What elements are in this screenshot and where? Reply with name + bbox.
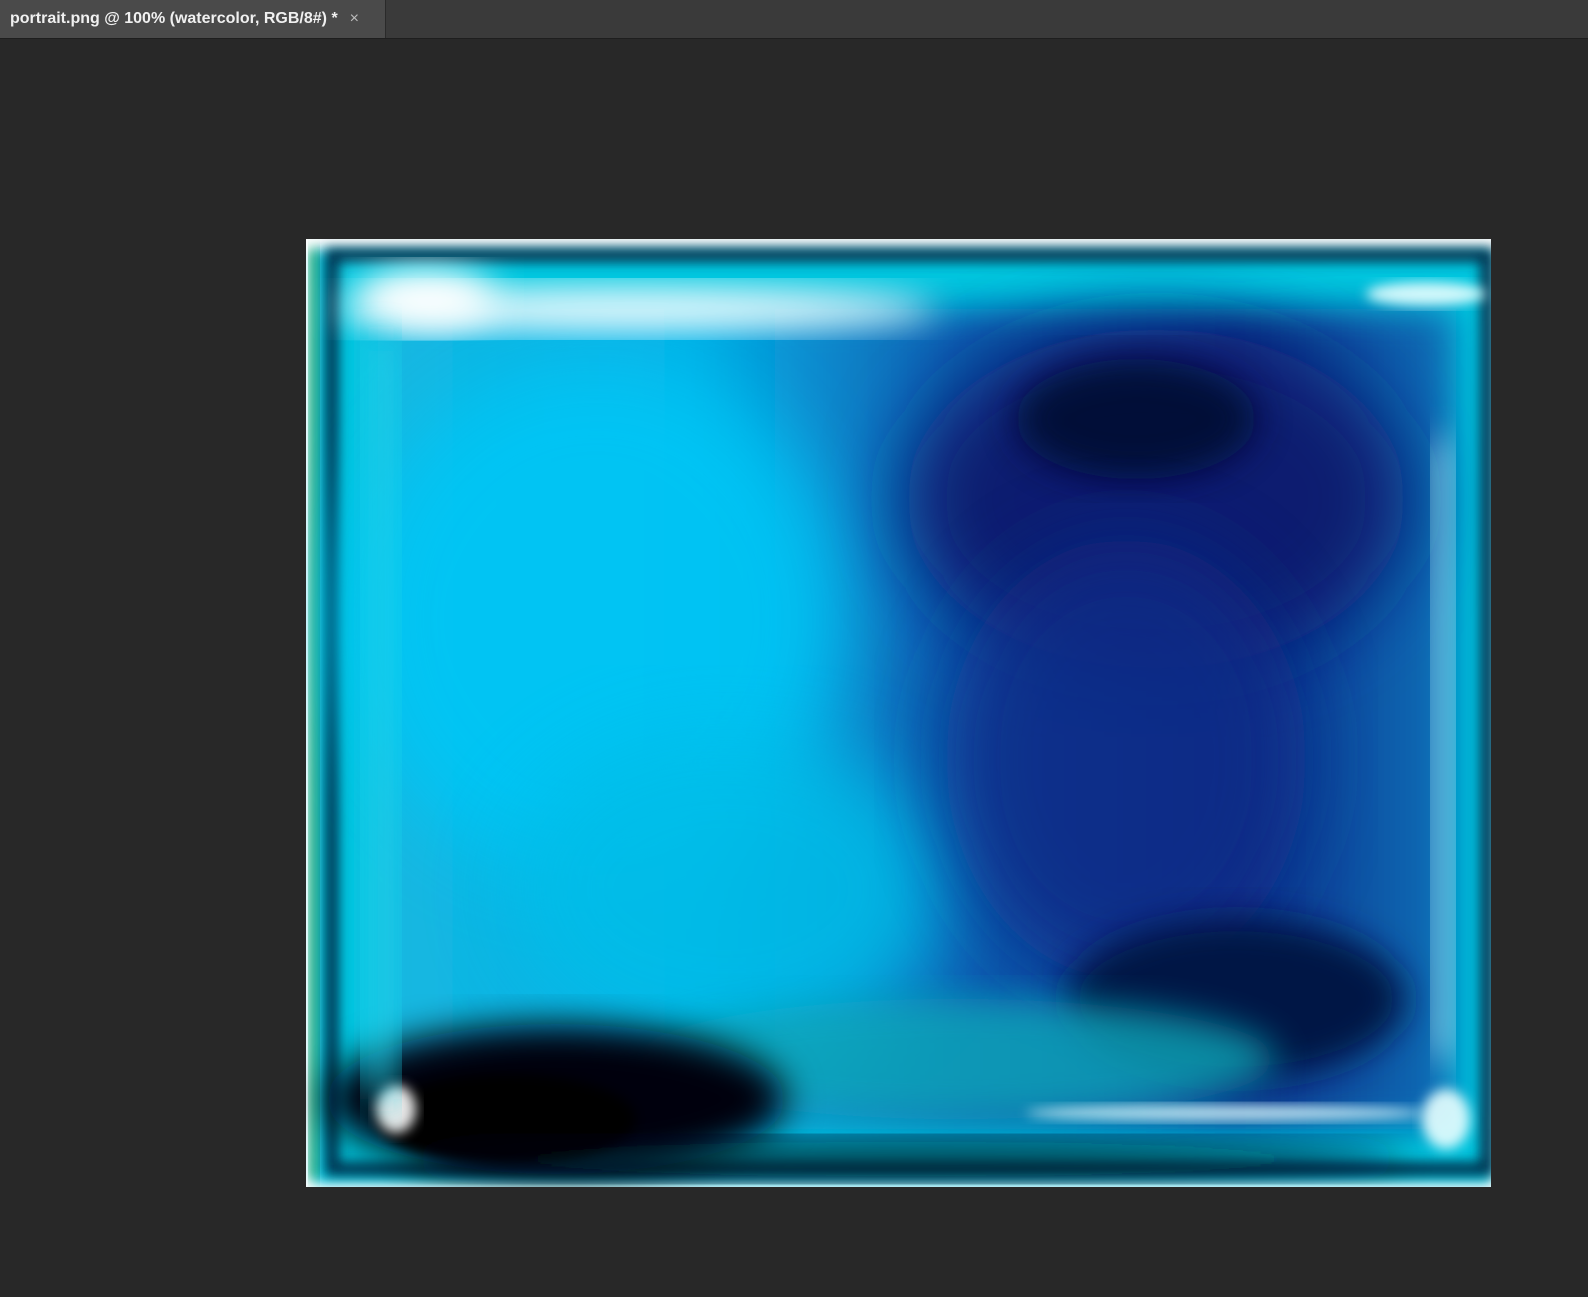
watercolor-artwork — [306, 239, 1491, 1187]
canvas-area[interactable] — [0, 39, 1588, 1297]
close-icon[interactable]: × — [350, 11, 359, 27]
document-tab[interactable]: portrait.png @ 100% (watercolor, RGB/8#)… — [0, 0, 386, 38]
document-image[interactable] — [306, 239, 1491, 1187]
document-tab-title: portrait.png @ 100% (watercolor, RGB/8#)… — [10, 10, 338, 27]
image-editor-window: portrait.png @ 100% (watercolor, RGB/8#)… — [0, 0, 1588, 1297]
document-tab-bar: portrait.png @ 100% (watercolor, RGB/8#)… — [0, 0, 1588, 39]
